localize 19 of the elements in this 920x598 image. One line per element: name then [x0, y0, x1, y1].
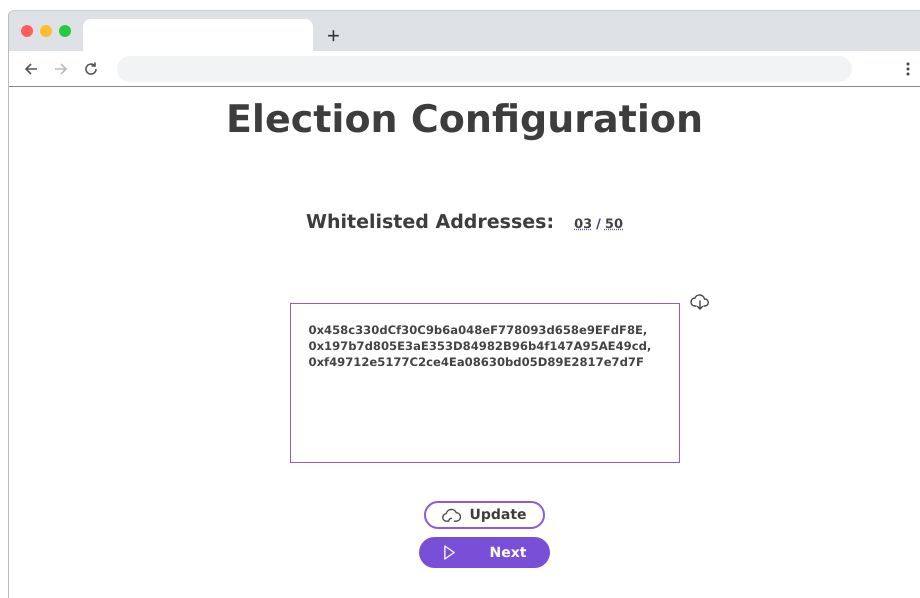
cloud-icon [442, 506, 462, 524]
forward-icon[interactable] [53, 60, 69, 76]
whitelist-label: Whitelisted Addresses: [306, 211, 554, 233]
update-button[interactable]: Update [424, 501, 545, 529]
close-window-icon[interactable] [21, 25, 33, 37]
menu-icon[interactable] [906, 60, 910, 76]
play-icon [442, 544, 456, 561]
address-limit: 50 [604, 217, 623, 232]
new-tab-button[interactable]: + [321, 25, 346, 51]
address-count: 03 [574, 217, 592, 232]
next-button[interactable]: Next [418, 537, 550, 568]
maximize-window-icon[interactable] [59, 25, 71, 37]
back-icon[interactable] [23, 60, 39, 76]
count-separator: / [596, 217, 601, 232]
address-list-field[interactable]: 0x458c330dCf30C9b6a048eF778093d658e9EFdF8E, 0x197b7d805E3aE353D84982B96b4f147A95AE49cd, 0xf49712e5177C2ce4Ea08630bd05D89E2817e7d7F [290, 303, 680, 463]
minimize-window-icon[interactable] [40, 25, 52, 37]
cloud-download-icon[interactable] [690, 293, 710, 311]
reload-icon[interactable] [83, 60, 99, 76]
page-title: Election Configuration [226, 97, 704, 141]
